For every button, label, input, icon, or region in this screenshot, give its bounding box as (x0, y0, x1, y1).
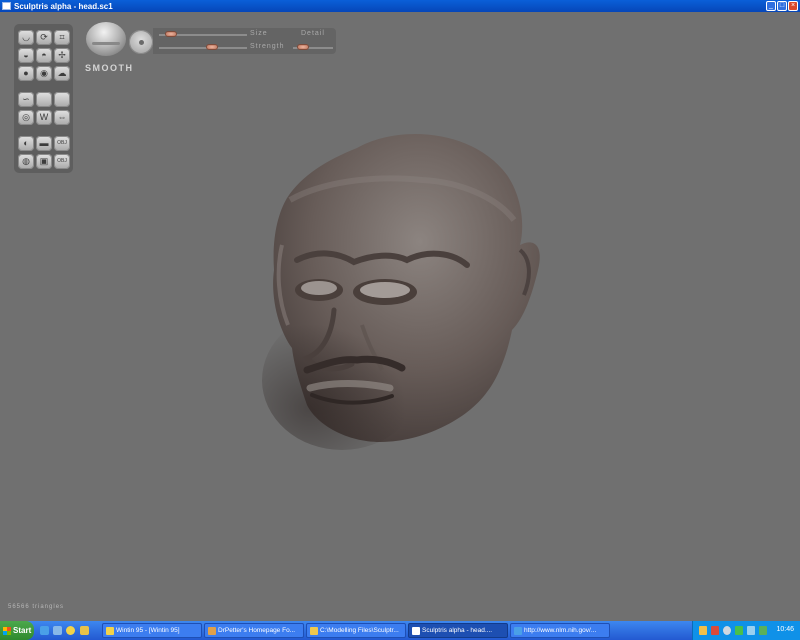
tray-antivirus-icon[interactable] (711, 626, 719, 635)
sphere-tool[interactable]: ◎ (18, 110, 34, 125)
task-label: C:\Modelling Files\Sculptr... (320, 627, 399, 634)
taskbar-task-4[interactable]: Sculptris alpha - head.... (408, 623, 508, 638)
tray-app-icon[interactable] (699, 626, 707, 635)
window-title-bar[interactable]: Sculptris alpha - head.sc1 _ □ × (0, 0, 800, 12)
sculpted-head-model[interactable] (262, 120, 552, 450)
symmetry-tool[interactable]: ⇔ (54, 110, 70, 125)
picker-dot-icon (138, 39, 144, 45)
obj-export-tool[interactable]: OBJ (54, 136, 70, 151)
messenger-quicklaunch-icon[interactable] (66, 626, 75, 635)
task-label: http://www.nlm.nih.gov/... (524, 627, 597, 634)
blank-tool-a[interactable] (36, 92, 52, 107)
size-slider-knob[interactable] (165, 31, 178, 37)
wave-tool[interactable]: W (36, 110, 52, 125)
minimize-button[interactable]: _ (766, 1, 776, 11)
wireframe-tool[interactable]: ◍ (18, 154, 34, 169)
taskbar-task-1[interactable]: Wintin 95 - [Wintin 95] (102, 623, 202, 638)
material-picker-button[interactable] (129, 30, 153, 54)
strength-slider-knob[interactable] (206, 44, 219, 50)
smooth-tool[interactable]: ◉ (36, 66, 52, 81)
start-label: Start (13, 626, 32, 635)
task-app-icon (106, 626, 114, 635)
app-icon (2, 2, 11, 10)
brush-preview-sphere-icon[interactable] (86, 22, 126, 56)
taskbar-task-2[interactable]: DrPetter's Homepage Fo... (204, 623, 304, 638)
start-button[interactable]: Start (0, 621, 34, 640)
flatten-tool[interactable]: ● (18, 66, 34, 81)
brush-mode-label: SMOOTH (85, 63, 134, 73)
taskbar-task-5[interactable]: http://www.nlm.nih.gov/... (510, 623, 610, 638)
tray-clock-icon[interactable] (723, 626, 731, 635)
grab-tool[interactable]: ✢ (54, 48, 70, 63)
inflate-tool[interactable]: ◒ (18, 48, 34, 63)
tool-palette: ◡ ⟳ ⌗ ◒ ◓ ✢ ● ◉ ☁ ∽ ◎ W ⇔ ◐ ▬ OBJ ◍ ▣ OBJ (14, 24, 73, 173)
task-label: DrPetter's Homepage Fo... (218, 627, 296, 634)
task-app-icon (208, 626, 216, 635)
rotate-tool[interactable]: ⟳ (36, 30, 52, 45)
tray-update-icon[interactable] (759, 626, 767, 635)
task-app-icon (514, 626, 522, 635)
tray-volume-icon[interactable] (747, 626, 755, 635)
windows-taskbar: Start Wintin 95 - [Wintin 95] DrPetter's … (0, 621, 800, 640)
curve-tool[interactable]: ∽ (18, 92, 34, 107)
obj-import-tool[interactable]: OBJ (54, 154, 70, 169)
save-tool[interactable]: ▣ (36, 154, 52, 169)
tray-network-icon[interactable] (735, 626, 743, 635)
detail-slider-knob[interactable] (297, 44, 310, 50)
task-label: Wintin 95 - [Wintin 95] (116, 627, 180, 634)
windows-logo-icon (3, 626, 11, 635)
strength-label: Strength (250, 43, 285, 50)
crop-tool[interactable]: ⌗ (54, 30, 70, 45)
app-quicklaunch-icon[interactable] (80, 626, 89, 635)
blank-tool-b[interactable] (54, 92, 70, 107)
draw-tool[interactable]: ◡ (18, 30, 34, 45)
task-app-icon (412, 626, 420, 635)
size-label: Size (250, 30, 268, 37)
task-app-icon (310, 626, 318, 635)
strength-slider-track[interactable] (159, 47, 247, 49)
window-controls: _ □ × (766, 1, 798, 11)
system-tray: 10:46 (692, 621, 800, 640)
close-button[interactable]: × (788, 1, 798, 11)
brush-slider-panel: Size Detail Strength (153, 28, 336, 54)
triangle-count: 56566 triangles (8, 604, 65, 610)
ie-quicklaunch-icon[interactable] (40, 626, 49, 635)
window-title: Sculptris alpha - head.sc1 (14, 1, 113, 11)
material-tool[interactable]: ◐ (18, 136, 34, 151)
outlook-quicklaunch-icon[interactable] (53, 626, 62, 635)
task-label: Sculptris alpha - head.... (422, 627, 493, 634)
plane-tool[interactable]: ▬ (36, 136, 52, 151)
detail-label: Detail (301, 30, 325, 37)
maximize-button[interactable]: □ (777, 1, 787, 11)
reduce-tool[interactable]: ☁ (54, 66, 70, 81)
taskbar-clock: 10:46 (776, 626, 794, 633)
pinch-tool[interactable]: ◓ (36, 48, 52, 63)
taskbar-task-3[interactable]: C:\Modelling Files\Sculptr... (306, 623, 406, 638)
